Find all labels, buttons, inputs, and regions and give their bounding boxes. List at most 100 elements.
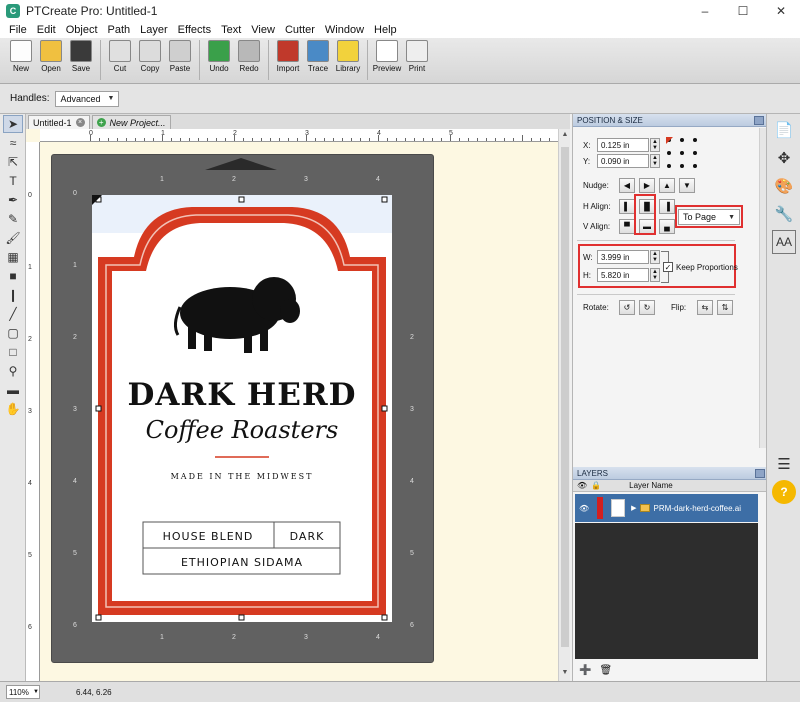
eye-icon[interactable]: 👁 xyxy=(579,504,589,513)
keep-proportions-checkbox[interactable]: ✓ xyxy=(663,262,673,272)
open-button[interactable]: Open xyxy=(36,38,66,82)
color-panel-icon[interactable]: 🎨 xyxy=(772,174,796,198)
nudge-right-button[interactable]: ▶ xyxy=(639,178,655,193)
tab-new-project[interactable]: + New Project... xyxy=(91,115,171,129)
help-icon[interactable]: ? xyxy=(772,480,796,504)
layer-row[interactable]: 👁 ▶ PRM-dark-herd-coffee.ai xyxy=(575,494,758,522)
feed-direction-arrow xyxy=(205,158,277,170)
pencil-tool[interactable]: ✎ xyxy=(3,210,23,228)
new-button[interactable]: New xyxy=(6,38,36,82)
tagline-text: Made in the Midwest xyxy=(171,472,314,481)
toolbar-label: Copy xyxy=(140,64,160,73)
menu-effects[interactable]: Effects xyxy=(173,24,216,36)
nudge-left-button[interactable]: ◀ xyxy=(619,178,635,193)
pen-tool[interactable]: ✒ xyxy=(3,191,23,209)
zoom-select[interactable]: 110% ▼ xyxy=(6,685,40,699)
align-top-button[interactable]: ▀ xyxy=(619,219,635,234)
trace-button[interactable]: Trace xyxy=(303,38,333,82)
hand-tool[interactable]: ✋ xyxy=(3,400,23,418)
x-spinner[interactable]: ▲ ▼ xyxy=(650,138,660,152)
expand-arrow-icon[interactable]: ▶ xyxy=(631,504,636,512)
artboard[interactable]: DARK HERD Coffee Roasters Made in the Mi… xyxy=(92,195,392,622)
y-input[interactable]: 0.090 in xyxy=(597,154,649,168)
text-panel-icon[interactable]: AA xyxy=(772,230,796,254)
library-button[interactable]: Library xyxy=(333,38,363,82)
layers-panel-icon[interactable]: ☰ xyxy=(772,452,796,476)
menu-view[interactable]: View xyxy=(246,24,280,36)
canvas-vertical-scrollbar[interactable]: ▲ ▼ xyxy=(558,129,570,681)
rotate-cw-button[interactable]: ↻ xyxy=(639,300,655,315)
rotate-ccw-button[interactable]: ↺ xyxy=(619,300,635,315)
close-button[interactable]: ✕ xyxy=(762,0,800,22)
knife-tool[interactable]: ╱ xyxy=(3,305,23,323)
shape-tool[interactable]: ■ xyxy=(3,267,23,285)
y-spinner[interactable]: ▲ ▼ xyxy=(650,154,660,168)
align-left-button[interactable]: ▌ xyxy=(619,199,635,214)
save-button[interactable]: Save xyxy=(66,38,96,82)
import-button[interactable]: Import xyxy=(273,38,303,82)
node-tool[interactable]: ≈ xyxy=(3,134,23,152)
valign-row: V Align: ▀ ▬ ▄ xyxy=(583,219,679,234)
paste-button[interactable]: Paste xyxy=(165,38,195,82)
preview-button[interactable]: Preview xyxy=(372,38,402,82)
brush-tool[interactable]: 🖌 xyxy=(3,229,23,247)
w-input[interactable]: 3.999 in xyxy=(597,250,649,264)
close-tab-icon[interactable]: × xyxy=(75,118,85,127)
align-bottom-button[interactable]: ▄ xyxy=(659,219,675,234)
menu-object[interactable]: Object xyxy=(61,24,103,36)
toolbar-label: Redo xyxy=(239,64,259,73)
menu-layer[interactable]: Layer xyxy=(135,24,173,36)
select-tool[interactable]: ➤ xyxy=(3,115,23,133)
menu-text[interactable]: Text xyxy=(216,24,246,36)
document-panel-icon[interactable]: 📄 xyxy=(772,118,796,142)
panel-pin-icon[interactable] xyxy=(755,468,765,478)
toolbar-label: Cut xyxy=(113,64,127,73)
cut-button[interactable]: Cut xyxy=(105,38,135,82)
redo-button[interactable]: Redo xyxy=(234,38,264,82)
flip-vertical-button[interactable]: ⇅ xyxy=(717,300,733,315)
menu-edit[interactable]: Edit xyxy=(32,24,61,36)
eraser-tool[interactable]: ▦ xyxy=(3,248,23,266)
scroll-up-icon[interactable]: ▲ xyxy=(559,131,571,138)
direct-select-tool[interactable]: ⇱ xyxy=(3,153,23,171)
menu-help[interactable]: Help xyxy=(369,24,402,36)
handles-select[interactable]: Advanced ▼ xyxy=(55,90,120,107)
nudge-down-button[interactable]: ▼ xyxy=(679,178,695,193)
ptcreate-app-icon: C xyxy=(6,4,20,18)
ruler-left-tick: 4 xyxy=(28,480,32,487)
w-spinner[interactable]: ▲ ▼ xyxy=(650,250,660,264)
eyedropper-tool[interactable]: ❙ xyxy=(3,286,23,304)
scroll-thumb[interactable] xyxy=(561,147,569,647)
menu-window[interactable]: Window xyxy=(320,24,369,36)
h-input[interactable]: 5.820 in xyxy=(597,268,649,282)
minimize-button[interactable]: – xyxy=(686,0,724,22)
measure-tool[interactable]: ▬ xyxy=(3,381,23,399)
halign-row: H Align: ▌ █ ▐ xyxy=(583,199,679,214)
label-artwork[interactable]: DARK HERD Coffee Roasters Made in the Mi… xyxy=(92,195,392,622)
add-layer-icon[interactable]: ➕ xyxy=(579,665,591,676)
maximize-button[interactable]: ☐ xyxy=(724,0,762,22)
scroll-down-icon[interactable]: ▼ xyxy=(559,669,571,676)
text-tool[interactable]: T xyxy=(3,172,23,190)
align-right-button[interactable]: ▐ xyxy=(659,199,675,214)
keep-proportions-row[interactable]: ✓ Keep Proportions xyxy=(663,262,738,272)
x-input[interactable]: 0.125 in xyxy=(597,138,649,152)
print-button[interactable]: Print xyxy=(402,38,432,82)
position-size-panel-icon[interactable]: ✥ xyxy=(772,146,796,170)
rectangle-tool[interactable]: ▢ xyxy=(3,324,23,342)
flip-horizontal-button[interactable]: ⇆ xyxy=(697,300,713,315)
tab-untitled-1[interactable]: Untitled-1 × xyxy=(28,115,90,129)
transform-tool[interactable]: □ xyxy=(3,343,23,361)
zoom-tool[interactable]: ⚲ xyxy=(3,362,23,380)
nudge-up-button[interactable]: ▲ xyxy=(659,178,675,193)
menu-path[interactable]: Path xyxy=(103,24,136,36)
panel-pin-icon[interactable] xyxy=(754,115,764,125)
delete-layer-icon[interactable]: 🗑 xyxy=(599,665,612,676)
h-spinner[interactable]: ▲ ▼ xyxy=(650,268,660,282)
undo-button[interactable]: Undo xyxy=(204,38,234,82)
reference-point-grid[interactable] xyxy=(665,136,699,170)
copy-button[interactable]: Copy xyxy=(135,38,165,82)
tools-panel-icon[interactable]: 🔧 xyxy=(772,202,796,226)
menu-file[interactable]: File xyxy=(4,24,32,36)
menu-cutter[interactable]: Cutter xyxy=(280,24,320,36)
